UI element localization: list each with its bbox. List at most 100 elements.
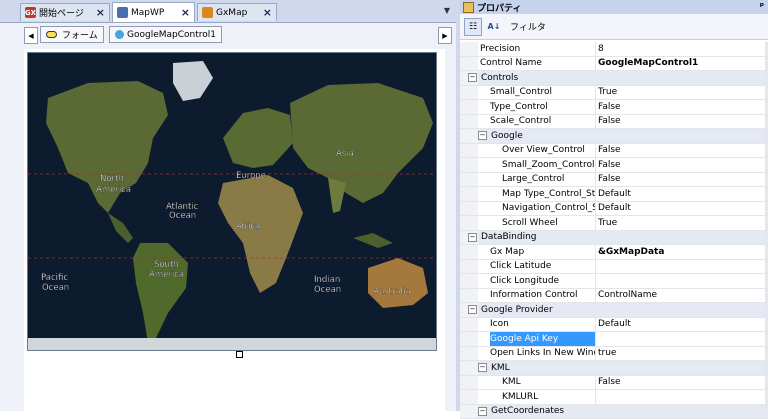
- map-label-north-america-2: America: [96, 185, 131, 195]
- property-value[interactable]: [596, 332, 768, 346]
- property-value[interactable]: true: [596, 347, 768, 361]
- filter-button[interactable]: フィルタ: [506, 18, 550, 36]
- map-label-south-america: South: [154, 260, 179, 270]
- property-row[interactable]: IconDefault: [460, 318, 768, 333]
- property-value[interactable]: Default: [596, 187, 768, 201]
- collapse-icon[interactable]: −: [468, 305, 477, 314]
- property-row[interactable]: Gx Map&GxMapData: [460, 245, 768, 260]
- property-value[interactable]: Default: [596, 318, 768, 332]
- property-row[interactable]: Click Latitude: [460, 260, 768, 275]
- property-row[interactable]: Information Control ControlName: [460, 289, 768, 304]
- property-value[interactable]: False: [596, 144, 768, 158]
- property-value[interactable]: False: [596, 173, 768, 187]
- collapse-icon[interactable]: −: [478, 407, 487, 416]
- name-label: Google Provider: [481, 305, 553, 315]
- property-value[interactable]: False: [596, 100, 768, 114]
- row-gutter: [460, 187, 478, 201]
- name-label: Information Control: [490, 290, 578, 300]
- property-category[interactable]: −GetCoordenates: [460, 405, 768, 419]
- row-gutter: [460, 274, 478, 288]
- name-label: KML: [502, 377, 521, 387]
- collapse-icon[interactable]: −: [478, 363, 487, 372]
- resize-handle[interactable]: [236, 351, 243, 358]
- properties-toolbar: ☷ A↓ フィルタ: [460, 14, 768, 40]
- property-row[interactable]: Over View_Control False: [460, 144, 768, 159]
- close-icon[interactable]: ×: [257, 6, 272, 19]
- row-gutter: [460, 129, 478, 143]
- row-gutter: [460, 173, 478, 187]
- tab-dropdown-icon[interactable]: ▼: [444, 6, 450, 15]
- row-gutter: [460, 42, 478, 56]
- alphabetical-button[interactable]: A↓: [485, 18, 503, 36]
- close-icon[interactable]: ×: [90, 6, 105, 19]
- property-value[interactable]: ControlName: [596, 289, 768, 303]
- property-category[interactable]: −Google: [460, 129, 768, 144]
- name-label: Open Links In New Windc: [490, 348, 596, 358]
- property-value[interactable]: GoogleMapControl1: [596, 57, 768, 71]
- property-name: Information Control: [490, 289, 596, 303]
- property-row[interactable]: Precision 8: [460, 42, 768, 57]
- property-value[interactable]: True: [596, 86, 768, 100]
- property-category[interactable]: −DataBinding: [460, 231, 768, 246]
- tab-gxmap[interactable]: GxMap ×: [197, 3, 277, 21]
- property-row[interactable]: Large_ControlFalse: [460, 173, 768, 188]
- property-value[interactable]: [596, 390, 768, 404]
- property-row[interactable]: Control NameGoogleMapControl1: [460, 57, 768, 72]
- breadcrumb: ◀ フォーム GoogleMapControl1 ▶: [0, 23, 456, 46]
- crumb-form[interactable]: フォーム: [40, 26, 104, 43]
- property-row[interactable]: Open Links In New Windctrue: [460, 347, 768, 362]
- map-label-australia: Australia: [373, 287, 411, 297]
- scroll-right-icon[interactable]: ▶: [438, 27, 452, 44]
- properties-title: プロパティ: [477, 1, 521, 14]
- property-value[interactable]: False: [596, 376, 768, 390]
- property-row[interactable]: Click Longitude: [460, 274, 768, 289]
- property-row[interactable]: Navigation_Control_StDefault: [460, 202, 768, 217]
- collapse-icon[interactable]: −: [468, 73, 477, 82]
- sort-az-icon: A↓: [488, 22, 501, 31]
- property-row[interactable]: Map Type_Control_StyDefault: [460, 187, 768, 202]
- property-row[interactable]: Google Api Key: [460, 332, 768, 347]
- property-name: Navigation_Control_St: [502, 202, 596, 216]
- collapse-icon[interactable]: −: [468, 233, 477, 242]
- property-category[interactable]: −Controls: [460, 71, 768, 86]
- pin-icon[interactable]: ᵖ: [760, 2, 764, 12]
- categorized-button[interactable]: ☷: [464, 18, 482, 36]
- map-label-atlantic-2: Ocean: [169, 211, 196, 221]
- property-category[interactable]: −KML: [460, 361, 768, 376]
- property-category[interactable]: −Google Provider: [460, 303, 768, 318]
- crumb-control[interactable]: GoogleMapControl1: [109, 26, 222, 43]
- property-row[interactable]: Small_Zoom_ControlFalse: [460, 158, 768, 173]
- property-row[interactable]: Type_Control False: [460, 100, 768, 115]
- collapse-icon[interactable]: −: [478, 131, 487, 140]
- close-icon[interactable]: ×: [175, 6, 190, 19]
- property-name: Open Links In New Windc: [490, 347, 596, 361]
- name-label: Precision: [480, 44, 520, 54]
- property-value[interactable]: [596, 260, 768, 274]
- property-value[interactable]: False: [596, 158, 768, 172]
- tab-start-page[interactable]: GX 開始ページ ×: [20, 3, 110, 21]
- property-row[interactable]: Scale_ControlFalse: [460, 115, 768, 130]
- property-value[interactable]: Default: [596, 202, 768, 216]
- name-label: Type_Control: [490, 102, 548, 112]
- property-row[interactable]: Small_ControlTrue: [460, 86, 768, 101]
- property-row[interactable]: Scroll WheelTrue: [460, 216, 768, 231]
- property-name: Map Type_Control_Sty: [502, 187, 596, 201]
- name-label: Controls: [481, 73, 518, 83]
- row-gutter: [460, 361, 478, 375]
- properties-panel: プロパティ ᵖ ☷ A↓ フィルタ Precision 8Control Name…: [460, 0, 768, 411]
- property-value[interactable]: 8: [596, 42, 768, 56]
- property-row[interactable]: KML False: [460, 376, 768, 391]
- name-label: GetCoordenates: [491, 406, 564, 416]
- property-row[interactable]: KMLURL: [460, 390, 768, 405]
- property-value[interactable]: [596, 274, 768, 288]
- property-value[interactable]: False: [596, 115, 768, 129]
- property-value[interactable]: &GxMapData: [596, 245, 768, 259]
- property-name: Click Longitude: [490, 274, 596, 288]
- name-label: Over View_Control: [502, 145, 585, 155]
- google-map-control[interactable]: North America Atlantic Ocean Europe Asia…: [27, 52, 437, 351]
- row-gutter: [460, 332, 478, 346]
- row-gutter: [460, 216, 478, 230]
- property-value[interactable]: True: [596, 216, 768, 230]
- tab-mapwp[interactable]: MapWP ×: [112, 2, 195, 22]
- scroll-left-icon[interactable]: ◀: [24, 27, 38, 44]
